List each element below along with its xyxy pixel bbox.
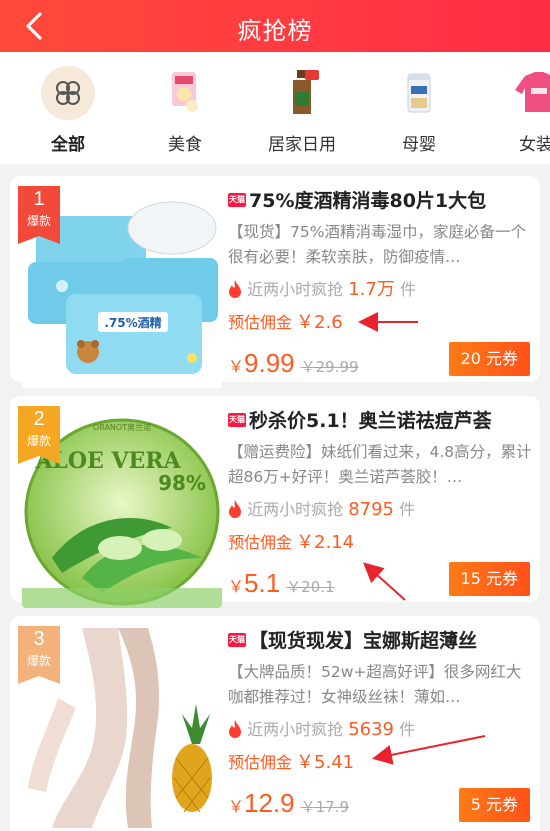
annotation-arrow-3 [372,735,486,765]
annotation-arrow-2 [363,562,406,601]
annotation-arrows [358,312,486,765]
